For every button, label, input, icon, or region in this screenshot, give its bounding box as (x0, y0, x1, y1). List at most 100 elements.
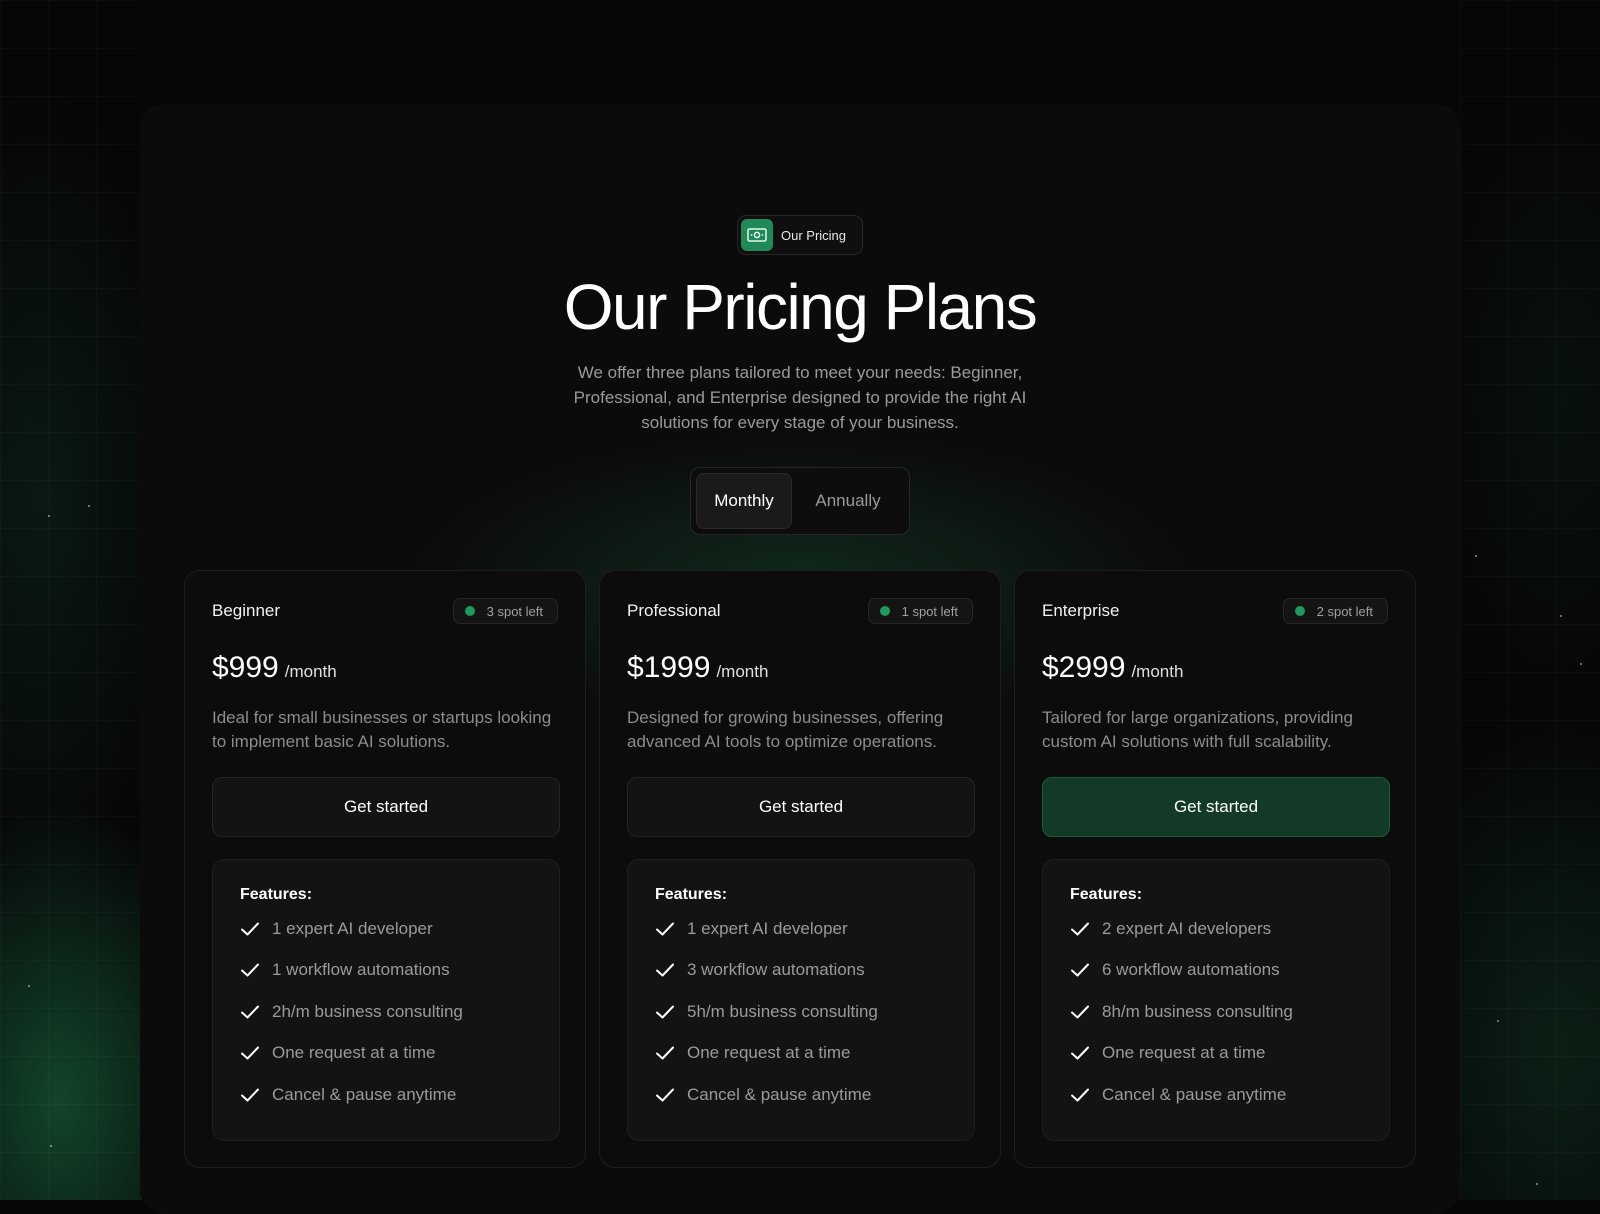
plan-card-enterprise: Enterprise 2 spot left $2999 /month Tail… (1014, 570, 1416, 1168)
feature-item: 6 workflow automations (1070, 950, 1362, 992)
feature-label: Cancel & pause anytime (272, 1084, 457, 1104)
toggle-monthly[interactable]: Monthly (696, 473, 792, 529)
feature-item: 1 workflow automations (240, 950, 532, 992)
star-decoration (28, 985, 30, 987)
feature-item: 2 expert AI developers (1070, 908, 1362, 950)
check-icon (655, 919, 675, 939)
feature-item: Cancel & pause anytime (1070, 1074, 1362, 1116)
price-row: $999 /month (212, 651, 337, 685)
get-started-button[interactable]: Get started (1042, 777, 1390, 837)
check-icon (1070, 919, 1090, 939)
feature-label: 1 expert AI developer (687, 918, 848, 938)
star-decoration (50, 1145, 52, 1147)
check-icon (655, 1043, 675, 1063)
check-icon (240, 1043, 260, 1063)
plan-period: /month (1131, 662, 1184, 681)
check-icon (655, 1002, 675, 1022)
star-decoration (1580, 663, 1582, 665)
check-icon (1070, 1043, 1090, 1063)
spots-label: 2 spot left (1316, 603, 1373, 619)
star-decoration (1497, 1020, 1499, 1022)
plan-card-professional: Professional 1 spot left $1999 /month De… (599, 570, 1001, 1168)
feature-label: One request at a time (1102, 1043, 1266, 1063)
get-started-button[interactable]: Get started (212, 777, 560, 837)
check-icon (1070, 960, 1090, 980)
star-decoration (1475, 555, 1477, 557)
toggle-annually[interactable]: Annually (792, 473, 904, 529)
check-icon (240, 919, 260, 939)
price-row: $2999 /month (1042, 651, 1183, 685)
check-icon (240, 1002, 260, 1022)
page-title: Our Pricing Plans (563, 271, 1038, 343)
check-icon (240, 1085, 260, 1105)
background-grid-left (0, 0, 140, 1200)
feature-item: 1 expert AI developer (655, 908, 947, 950)
banknote-icon (741, 219, 773, 251)
feature-label: Cancel & pause anytime (687, 1084, 872, 1104)
features-title: Features: (655, 886, 728, 903)
page-subtitle: We offer three plans tailored to meet yo… (573, 363, 1027, 432)
feature-label: 2h/m business consulting (272, 1001, 463, 1021)
features-title: Features: (1070, 886, 1143, 903)
feature-item: 1 expert AI developer (240, 908, 532, 950)
star-decoration (1560, 615, 1562, 617)
status-dot-icon (879, 606, 890, 616)
spots-label: 1 spot left (901, 603, 958, 619)
features-box: Features: 1 expert AI developer 3 workfl… (627, 859, 975, 1141)
feature-item: One request at a time (240, 1033, 532, 1075)
star-decoration (1536, 1183, 1538, 1185)
section-badge: Our Pricing (737, 215, 863, 255)
plan-card-beginner: Beginner 3 spot left $999 /month Ideal f… (184, 570, 586, 1168)
star-decoration (88, 505, 90, 507)
spots-badge: 1 spot left (867, 598, 973, 624)
feature-item: Cancel & pause anytime (655, 1074, 947, 1116)
feature-label: 1 workflow automations (272, 960, 450, 980)
plan-price: $999 (212, 651, 279, 684)
feature-label: 1 expert AI developer (272, 918, 433, 938)
plan-description: Ideal for small businesses or startups l… (212, 708, 552, 751)
check-icon (1070, 1002, 1090, 1022)
feature-item: 8h/m business consulting (1070, 991, 1362, 1033)
features-box: Features: 1 expert AI developer 1 workfl… (212, 859, 560, 1141)
feature-label: 3 workflow automations (687, 960, 865, 980)
features-title: Features: (240, 886, 313, 903)
check-icon (655, 1085, 675, 1105)
spots-label: 3 spot left (486, 603, 543, 619)
check-icon (240, 960, 260, 980)
plan-name: Beginner (212, 601, 281, 620)
feature-label: 5h/m business consulting (687, 1001, 878, 1021)
star-decoration (48, 515, 50, 517)
feature-label: One request at a time (687, 1043, 851, 1063)
feature-item: One request at a time (655, 1033, 947, 1075)
feature-label: 8h/m business consulting (1102, 1001, 1293, 1021)
get-started-button[interactable]: Get started (627, 777, 975, 837)
check-icon (655, 960, 675, 980)
feature-item: 3 workflow automations (655, 950, 947, 992)
spots-badge: 2 spot left (1282, 598, 1388, 624)
status-dot-icon (1294, 606, 1305, 616)
feature-item: 2h/m business consulting (240, 991, 532, 1033)
feature-label: One request at a time (272, 1043, 436, 1063)
check-icon (1070, 1085, 1090, 1105)
plan-description: Designed for growing businesses, offerin… (627, 708, 944, 751)
status-dot-icon (464, 606, 475, 616)
plan-price: $1999 (627, 651, 711, 684)
feature-item: One request at a time (1070, 1033, 1362, 1075)
feature-item: 5h/m business consulting (655, 991, 947, 1033)
plan-name: Enterprise (1042, 601, 1120, 620)
plan-period: /month (284, 662, 337, 681)
plan-name: Professional (627, 601, 721, 620)
price-row: $1999 /month (627, 651, 768, 685)
background-grid-right (1460, 0, 1600, 1200)
feature-label: 6 workflow automations (1102, 960, 1280, 980)
plan-price: $2999 (1042, 651, 1126, 684)
features-box: Features: 2 expert AI developers 6 workf… (1042, 859, 1390, 1141)
feature-label: 2 expert AI developers (1102, 918, 1272, 938)
feature-label: Cancel & pause anytime (1102, 1084, 1287, 1104)
billing-toggle: Monthly Annually (690, 467, 910, 535)
plan-period: /month (716, 662, 769, 681)
badge-label: Our Pricing (781, 227, 847, 243)
feature-item: Cancel & pause anytime (240, 1074, 532, 1116)
plan-description: Tailored for large organizations, provid… (1042, 708, 1353, 751)
spots-badge: 3 spot left (452, 598, 558, 624)
